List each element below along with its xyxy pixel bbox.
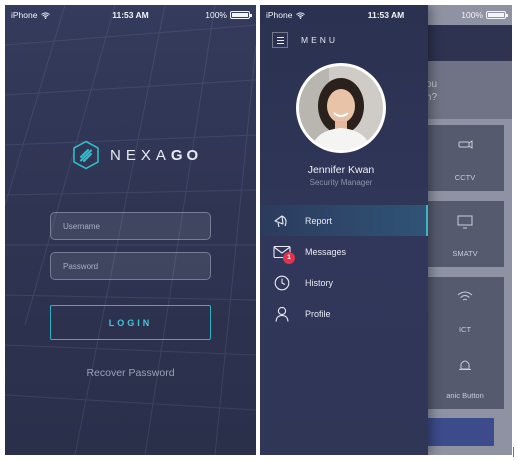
brand-wordmark-prefix: NEXA [110, 146, 171, 164]
clock-icon [273, 274, 291, 292]
menu-item-history[interactable]: History [260, 267, 428, 298]
tile-label: CCTV [454, 173, 476, 182]
hamburger-line [276, 39, 284, 41]
menu-item-label: Profile [305, 308, 331, 319]
tile-ict: ICT [426, 277, 504, 343]
menu-item-label: Messages [305, 246, 347, 257]
background-app-footer-button [426, 418, 494, 446]
menu-item-label: History [305, 277, 334, 288]
status-bar: iPhone 11:53 AM 100% [5, 5, 256, 25]
avatar[interactable] [296, 63, 386, 153]
username-input[interactable] [63, 221, 198, 231]
menu-item-messages[interactable]: 1 Messages [260, 236, 428, 267]
tile-panic-button: anic Button [426, 343, 504, 409]
tile-smatv: SMATV [426, 201, 504, 267]
side-drawer: iPhone 11:53 AM MENU Jennifer Kwan Secur… [260, 5, 428, 455]
hamburger-line [276, 42, 284, 44]
brand-wordmark-suffix: GO [170, 146, 203, 164]
login-button[interactable]: LOGIN [50, 305, 211, 340]
battery-percent: 100% [205, 10, 227, 20]
hamburger-line [276, 36, 284, 38]
tile-label: ICT [458, 325, 472, 334]
battery-percent: 100% [461, 10, 483, 20]
battery-icon [230, 11, 252, 19]
unread-badge: 1 [283, 251, 295, 264]
brand-logo: NEXAGO [72, 140, 202, 170]
password-input[interactable] [63, 261, 198, 271]
profile-photo [299, 66, 383, 150]
recover-password-link[interactable]: Recover Password [5, 367, 256, 379]
menu-item-label: Report [305, 215, 333, 226]
megaphone-icon [273, 212, 291, 230]
menu-item-profile[interactable]: Profile [260, 298, 428, 329]
menu-item-report[interactable]: Report [260, 205, 428, 236]
person-icon [273, 305, 291, 323]
profile-role: Security Manager [309, 178, 373, 187]
tile-label: anic Button [446, 391, 484, 400]
screenshot-canvas: iPhone 11:53 AM 100% NEXAGO LOGIN Recove… [0, 0, 517, 461]
hexagon-logo-icon [73, 140, 99, 170]
monitor-icon [457, 215, 473, 229]
menu-header: MENU [272, 32, 338, 48]
battery-indicator: 100% [461, 10, 508, 20]
hamburger-menu-button[interactable] [272, 32, 288, 48]
battery-indicator: 100% [205, 10, 252, 20]
text-cursor [513, 447, 514, 457]
battery-icon [486, 11, 508, 19]
tile-label: SMATV [452, 249, 478, 258]
profile-name: Jennifer Kwan [307, 164, 375, 176]
camera-icon [458, 140, 473, 149]
alarm-icon [459, 360, 471, 370]
login-screen: iPhone 11:53 AM 100% NEXAGO LOGIN Recove… [5, 5, 256, 455]
password-field[interactable] [50, 252, 211, 280]
tile-cctv: CCTV [426, 125, 504, 191]
brand-wordmark: NEXAGO [110, 147, 202, 164]
menu-screen: ou h? CCTV SMATV ICT anic Button 100% iP… [260, 5, 512, 455]
menu-title: MENU [301, 35, 339, 45]
username-field[interactable] [50, 212, 211, 240]
envelope-icon: 1 [273, 243, 295, 264]
wifi-icon [457, 291, 473, 301]
